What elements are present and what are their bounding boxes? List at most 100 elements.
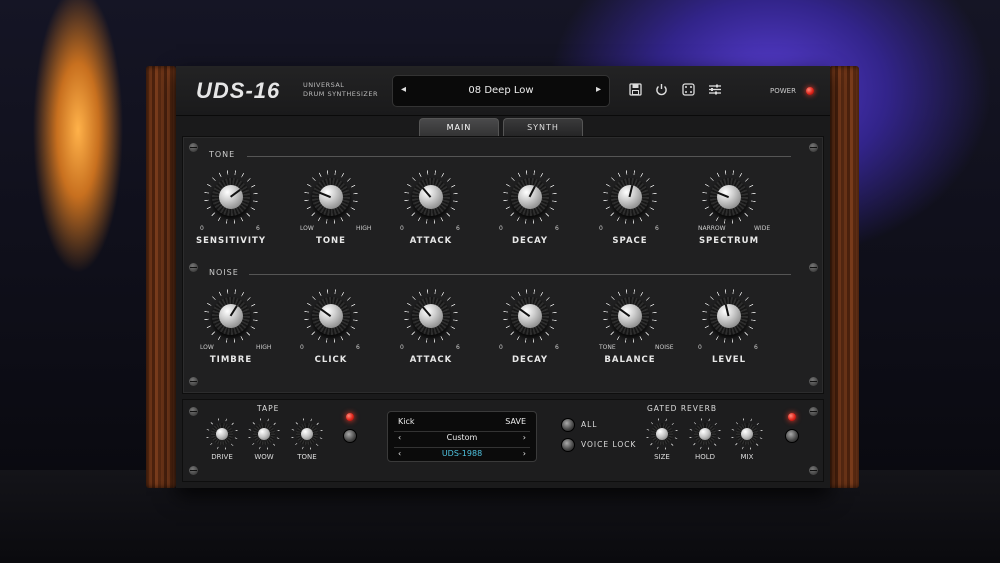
- tape-label: TAPE: [257, 404, 280, 413]
- knob-min-label: LOW: [300, 225, 314, 232]
- tone-knob-spectrum[interactable]: [702, 170, 756, 224]
- noise-knob-attack[interactable]: [404, 289, 458, 343]
- knob-min-label: 0: [400, 225, 404, 232]
- knob-label: TONE: [316, 236, 346, 246]
- wood-side-left: [146, 66, 176, 488]
- subtitle-line-2: DRUM SYNTHESIZER: [303, 90, 378, 98]
- knob-label: ATTACK: [409, 355, 453, 365]
- screw: [809, 407, 818, 416]
- tone-knob-attack[interactable]: [404, 170, 458, 224]
- display-instrument: Kick: [398, 417, 415, 426]
- knob-max-label: 6: [356, 344, 360, 351]
- knob-min-label: TONE: [599, 344, 616, 351]
- section-divider: [247, 156, 791, 157]
- tab-synth[interactable]: SYNTH: [503, 118, 583, 136]
- display-kit-prev[interactable]: ‹: [398, 433, 401, 442]
- noise-knob-click[interactable]: [304, 289, 358, 343]
- knob-min-label: 0: [599, 225, 603, 232]
- tape-knob-drive[interactable]: [206, 418, 238, 450]
- knob-max-label: 6: [655, 225, 659, 232]
- knob-label: SPACE: [612, 236, 648, 246]
- power-led[interactable]: [806, 87, 814, 95]
- knob-min-label: NARROW: [698, 225, 726, 232]
- knob-cap: [258, 428, 270, 440]
- noise-knob-balance[interactable]: [603, 289, 657, 343]
- all-voices-switch[interactable]: [561, 418, 575, 432]
- knob-label: DECAY: [511, 355, 549, 365]
- gated_reverb-knob-size[interactable]: [646, 418, 678, 450]
- reverb-enable-switch[interactable]: [785, 429, 799, 443]
- tape-enable-switch[interactable]: [343, 429, 357, 443]
- wood-side-right: [829, 66, 859, 488]
- app-subtitle: UNIVERSAL DRUM SYNTHESIZER: [303, 81, 378, 99]
- subtitle-line-1: UNIVERSAL: [303, 81, 345, 89]
- knob-min-label: 0: [698, 344, 702, 351]
- tape-knob-wow[interactable]: [248, 418, 280, 450]
- screw: [809, 143, 818, 152]
- tone-knob-sensitivity[interactable]: [204, 170, 258, 224]
- voice-lock-switch[interactable]: [561, 438, 575, 452]
- knob-label: WOW: [254, 453, 274, 461]
- knob-label: SIZE: [654, 453, 670, 461]
- screw: [809, 466, 818, 475]
- tone-knob-tone[interactable]: [304, 170, 358, 224]
- screw: [809, 377, 818, 386]
- app-logo: UDS-16: [196, 78, 281, 103]
- knob-min-label: 0: [400, 344, 404, 351]
- knob-max-label: NOISE: [655, 344, 674, 351]
- knob-cap: [319, 185, 343, 209]
- knob-cap: [301, 428, 313, 440]
- knob-max-label: WIDE: [754, 225, 771, 232]
- knob-label: DECAY: [511, 236, 549, 246]
- section-divider: [249, 274, 791, 275]
- knob-label: TONE: [297, 453, 317, 461]
- tone-knob-space[interactable]: [603, 170, 657, 224]
- knob-label: DRIVE: [211, 453, 233, 461]
- save-icon[interactable]: [627, 83, 643, 99]
- preset-display: Kick SAVE ‹ Custom › ‹ UDS-1988 ›: [387, 411, 537, 462]
- screw: [809, 263, 818, 272]
- display-save-button[interactable]: SAVE: [505, 417, 526, 426]
- synth-unit: UDS-16 UNIVERSAL DRUM SYNTHESIZER ◂ 08 D…: [176, 66, 830, 488]
- knob-min-label: 0: [300, 344, 304, 351]
- knob-cap: [618, 304, 642, 328]
- section-label-tone: TONE: [209, 150, 236, 159]
- knob-cap: [518, 304, 542, 328]
- screw: [189, 143, 198, 152]
- display-model-prev[interactable]: ‹: [398, 449, 401, 458]
- knob-label: SENSITIVITY: [196, 236, 266, 246]
- knob-cap: [216, 428, 228, 440]
- knob-max-label: HIGH: [356, 225, 372, 232]
- tone-knob-decay[interactable]: [503, 170, 557, 224]
- display-kit-value: Custom: [446, 433, 478, 442]
- gated_reverb-knob-mix[interactable]: [731, 418, 763, 450]
- knob-cap: [319, 304, 343, 328]
- power-cycle-icon[interactable]: [653, 83, 669, 99]
- screw: [189, 263, 198, 272]
- display-model-next[interactable]: ›: [523, 449, 526, 458]
- knob-label: BALANCE: [604, 355, 656, 365]
- preset-selector[interactable]: ◂ 08 Deep Low ▸: [392, 75, 610, 107]
- knob-label: HOLD: [694, 453, 716, 461]
- display-row-instrument[interactable]: Kick SAVE: [398, 417, 526, 429]
- section-label-noise: NOISE: [209, 268, 239, 277]
- tab-main[interactable]: MAIN: [419, 118, 499, 136]
- preset-name: 08 Deep Low: [468, 85, 534, 96]
- knob-label: TIMBRE: [209, 355, 253, 365]
- voice-lock-label: VOICE LOCK: [581, 440, 637, 449]
- noise-knob-decay[interactable]: [503, 289, 557, 343]
- settings-sliders-icon[interactable]: [707, 83, 723, 99]
- noise-knob-level[interactable]: [702, 289, 756, 343]
- tape-knob-tone[interactable]: [291, 418, 323, 450]
- noise-knob-timbre[interactable]: [204, 289, 258, 343]
- gated_reverb-knob-hold[interactable]: [689, 418, 721, 450]
- knob-cap: [717, 304, 741, 328]
- display-kit-next[interactable]: ›: [523, 433, 526, 442]
- display-divider: [394, 447, 530, 448]
- knob-cap: [741, 428, 753, 440]
- knob-max-label: HIGH: [256, 344, 272, 351]
- knob-cap: [717, 185, 741, 209]
- randomize-dice-icon[interactable]: [680, 83, 696, 99]
- top-bar: UDS-16 UNIVERSAL DRUM SYNTHESIZER ◂ 08 D…: [176, 66, 830, 116]
- preset-next-button[interactable]: ▸: [596, 84, 601, 95]
